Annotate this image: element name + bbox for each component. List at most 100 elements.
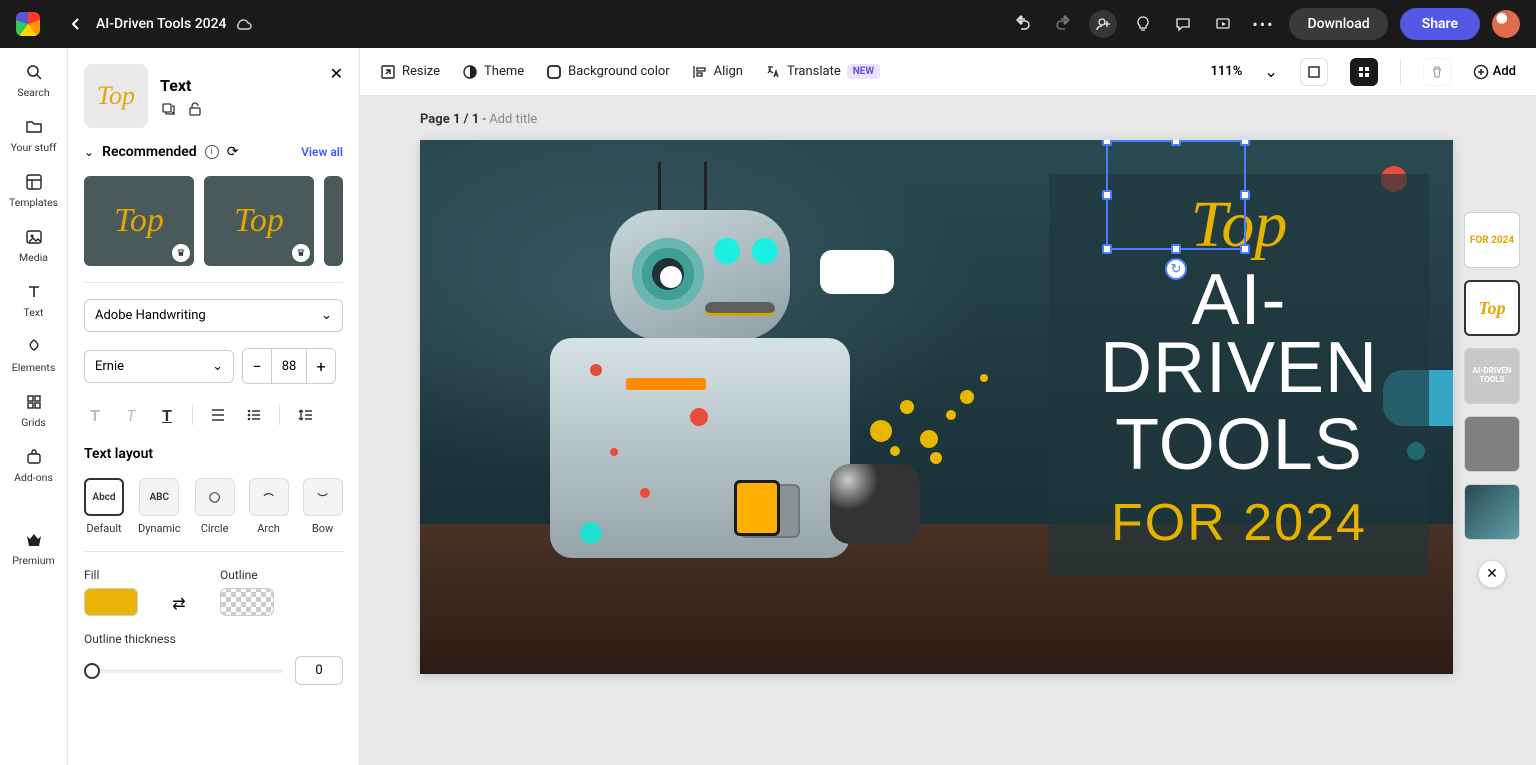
chevron-down-icon: ⌄ bbox=[212, 359, 223, 374]
app-logo[interactable] bbox=[16, 12, 40, 36]
text-underline-icon[interactable]: T bbox=[156, 404, 178, 426]
translate-button[interactable]: TranslateNEW bbox=[765, 64, 880, 80]
recommended-item[interactable]: Top♛ bbox=[84, 176, 194, 266]
theme-button[interactable]: Theme bbox=[462, 64, 524, 80]
recommended-item[interactable] bbox=[324, 176, 343, 266]
outline-thickness-slider[interactable] bbox=[84, 669, 283, 673]
user-avatar[interactable] bbox=[1492, 10, 1520, 38]
back-button[interactable] bbox=[64, 12, 88, 36]
invite-icon[interactable] bbox=[1089, 10, 1117, 38]
nav-media[interactable]: Media bbox=[0, 227, 67, 264]
decrease-button[interactable]: − bbox=[243, 349, 271, 383]
nav-text[interactable]: Text bbox=[0, 282, 67, 319]
folder-icon bbox=[24, 117, 44, 137]
download-button[interactable]: Download bbox=[1289, 8, 1387, 40]
text-properties-panel: Top Text ✕ ⌄ Recommended i ⟳ View all To… bbox=[68, 48, 360, 765]
grids-icon bbox=[24, 392, 44, 412]
share-button[interactable]: Share bbox=[1400, 8, 1480, 40]
info-icon[interactable]: i bbox=[205, 145, 219, 159]
collapse-pages-button[interactable]: ✕ bbox=[1478, 560, 1506, 588]
new-badge: NEW bbox=[847, 64, 880, 79]
text-italic-icon[interactable]: T bbox=[120, 404, 142, 426]
nav-premium[interactable]: Premium bbox=[0, 530, 67, 567]
chevron-down-icon[interactable]: ⌄ bbox=[1264, 62, 1277, 81]
text-layout-title: Text layout bbox=[84, 446, 343, 462]
page-thumbnail[interactable] bbox=[1464, 416, 1520, 472]
view-all-link[interactable]: View all bbox=[301, 145, 343, 159]
chevron-left-icon bbox=[70, 18, 82, 30]
present-icon[interactable] bbox=[1209, 10, 1237, 38]
font-size-input[interactable] bbox=[271, 349, 307, 383]
lock-icon[interactable] bbox=[188, 101, 202, 117]
theme-icon bbox=[462, 64, 478, 80]
outline-thickness-input[interactable] bbox=[295, 656, 343, 685]
zoom-level[interactable]: 111% bbox=[1210, 64, 1242, 79]
templates-icon bbox=[24, 172, 44, 192]
page-indicator[interactable]: Page 1 / 1 - Add title bbox=[420, 112, 537, 127]
headline-line1: AI-DRIVEN bbox=[1057, 266, 1421, 403]
delete-button[interactable] bbox=[1423, 58, 1451, 86]
nav-templates[interactable]: Templates bbox=[0, 172, 67, 209]
redo-button[interactable] bbox=[1049, 10, 1077, 38]
document-title[interactable]: AI-Driven Tools 2024 bbox=[96, 16, 227, 32]
comment-icon[interactable] bbox=[1169, 10, 1197, 38]
page-thumbnail[interactable]: Top bbox=[1464, 280, 1520, 336]
undo-button[interactable] bbox=[1009, 10, 1037, 38]
grid-view-button[interactable] bbox=[1350, 58, 1378, 86]
resize-button[interactable]: Resize bbox=[380, 64, 440, 80]
background-color-button[interactable]: Background color bbox=[546, 64, 670, 80]
left-nav-rail: Search Your stuff Templates Media Text E… bbox=[0, 48, 68, 765]
font-family-select[interactable]: Adobe Handwriting ⌄ bbox=[84, 299, 343, 332]
artboard[interactable]: Top AI-DRIVEN TOOLS FOR 2024 ↻ bbox=[420, 140, 1453, 674]
align-icon[interactable] bbox=[207, 404, 229, 426]
swap-colors-icon[interactable]: ⇄ bbox=[168, 592, 190, 614]
robot-illustration bbox=[480, 210, 900, 650]
outline-color-swatch[interactable] bbox=[220, 588, 274, 616]
nav-your-stuff[interactable]: Your stuff bbox=[0, 117, 67, 154]
layout-arch[interactable]: ⌒Arch bbox=[249, 478, 289, 535]
nav-grids[interactable]: Grids bbox=[0, 392, 67, 429]
page-thumbnail[interactable]: AI-DRIVEN TOOLS bbox=[1464, 348, 1520, 404]
element-thumbnail: Top bbox=[84, 64, 148, 128]
selection-box[interactable]: ↻ bbox=[1106, 140, 1246, 250]
page-thumbnail[interactable]: FOR 2024 bbox=[1464, 212, 1520, 268]
layout-circle[interactable]: ◯Circle bbox=[195, 478, 235, 535]
text-icon bbox=[24, 282, 44, 302]
recommended-label: Recommended bbox=[102, 144, 197, 160]
recommended-item[interactable]: Top♛ bbox=[204, 176, 314, 266]
layout-dynamic[interactable]: ABCDynamic bbox=[138, 478, 181, 535]
media-icon bbox=[24, 227, 44, 247]
duplicate-icon[interactable] bbox=[160, 101, 176, 117]
lightbulb-icon[interactable] bbox=[1129, 10, 1157, 38]
refresh-icon[interactable]: ⟳ bbox=[227, 144, 239, 160]
premium-icon bbox=[24, 530, 44, 550]
nav-addons[interactable]: Add-ons bbox=[0, 447, 67, 484]
font-style-select[interactable]: Ernie ⌄ bbox=[84, 350, 234, 383]
search-icon bbox=[24, 62, 44, 82]
nav-search[interactable]: Search bbox=[0, 62, 67, 99]
align-button[interactable]: Align bbox=[692, 64, 743, 80]
close-panel-button[interactable]: ✕ bbox=[330, 64, 343, 83]
nav-elements[interactable]: Elements bbox=[0, 337, 67, 374]
add-page-button[interactable]: Add bbox=[1473, 64, 1516, 80]
layout-default[interactable]: AbcdDefault bbox=[84, 478, 124, 535]
fill-color-swatch[interactable] bbox=[84, 588, 138, 616]
align-objects-icon bbox=[692, 64, 708, 80]
canvas-area[interactable]: Page 1 / 1 - Add title bbox=[360, 96, 1536, 765]
text-case-none-icon[interactable]: T bbox=[84, 404, 106, 426]
recommended-strip: Top♛ Top♛ bbox=[84, 176, 343, 266]
list-icon[interactable] bbox=[243, 404, 265, 426]
page-thumbnail[interactable] bbox=[1464, 484, 1520, 540]
increase-button[interactable]: + bbox=[307, 349, 335, 383]
fit-screen-button[interactable] bbox=[1300, 58, 1328, 86]
font-size-stepper[interactable]: − + bbox=[242, 348, 336, 384]
cloud-sync-icon[interactable] bbox=[235, 17, 253, 31]
rotate-handle-icon[interactable]: ↻ bbox=[1165, 258, 1187, 280]
canvas-toolbar: Resize Theme Background color Align Tran… bbox=[360, 48, 1536, 96]
line-spacing-icon[interactable] bbox=[294, 404, 316, 426]
more-icon[interactable]: ••• bbox=[1249, 10, 1277, 38]
layout-bow[interactable]: ︶Bow bbox=[303, 478, 343, 535]
fill-label: Fill bbox=[84, 568, 138, 582]
outline-label: Outline bbox=[220, 568, 274, 582]
chevron-down-icon[interactable]: ⌄ bbox=[84, 145, 94, 159]
